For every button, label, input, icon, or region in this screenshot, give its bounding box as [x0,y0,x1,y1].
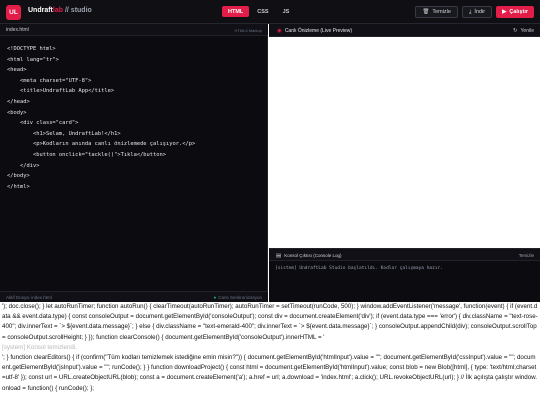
run-button-label: Çalıştır [509,9,528,15]
console-clear-button[interactable]: Temizle [519,253,534,258]
editor-mode-hint: HTML5 Markup [234,27,262,33]
eye-icon: ◉ [277,27,282,34]
console-title: ▤ Konsol Çıktısı (Console Log) [276,253,341,259]
editor-header: index.html HTML5 Markup [0,24,268,36]
brand-prefix: Undraft [28,7,53,14]
refresh-button[interactable]: ↻ Yenile [513,28,534,34]
sync-dot-icon: ● [213,295,217,300]
tab-js[interactable]: JS [277,6,296,17]
leaked-script-part-1: '); doc.close(); } let autoRunTimer; fun… [2,303,538,341]
editor-file-name: index.html [6,27,29,33]
live-preview-frame[interactable] [269,37,540,248]
html-code-input[interactable]: <!DOCTYPE html> <html lang="tr"> <head> … [7,44,195,192]
editor-footer: Aktif Dosya: index.html ● Canlı Senkroniz… [0,291,268,302]
terminal-icon: ▤ [276,252,282,259]
refresh-button-label: Yenile [520,27,534,34]
brand-title: Undraftlab // studio [28,7,92,14]
run-button[interactable]: ▶ Çalıştır [496,6,534,18]
download-icon: ⤓ [468,8,472,15]
preview-header: ◉ Canlı Önizleme (Live Preview) ↻ Yenile [269,24,540,37]
leaked-script-part-2: '; } function clearEditors() { if (confi… [2,354,537,392]
language-tabs: HTML CSS JS [222,6,297,17]
download-button[interactable]: ⤓ İndir [461,6,493,18]
leaked-script-text: '); doc.close(); } let autoRunTimer; fun… [2,302,538,394]
active-file-status: Aktif Dosya: index.html [6,295,52,300]
top-bar: UL Undraftlab // studio HTML CSS JS 🗑 Tem… [0,0,540,24]
tab-html[interactable]: HTML [222,6,250,17]
code-editor-panel: index.html HTML5 Markup <!DOCTYPE html> … [0,24,268,302]
refresh-icon: ↻ [512,27,518,34]
console-message: [sistem] UndraftLab Studio başlatıldı. K… [275,266,443,271]
app-logo: UL [6,5,21,20]
clear-button-label: Temizle [432,9,451,15]
leaked-system-line: [system] Konsol temizlendi. [2,343,77,351]
console-title-label: Konsol Çıktısı (Console Log) [284,252,342,258]
preview-title: ◉ Canlı Önizleme (Live Preview) [277,28,352,34]
preview-title-label: Canlı Önizleme (Live Preview) [284,27,353,34]
download-button-label: İndir [474,9,486,15]
brand-accent: lab [52,7,64,14]
toolbar-actions: 🗑 Temizle ⤓ İndir ▶ Çalıştır [411,6,534,18]
play-icon: ▶ [502,9,507,15]
console-panel: ▤ Konsol Çıktısı (Console Log) Temizle [s… [269,248,540,302]
trash-icon: 🗑 [422,9,430,15]
console-header: ▤ Konsol Çıktısı (Console Log) Temizle [269,249,540,261]
clear-button[interactable]: 🗑 Temizle [415,6,458,18]
tab-css[interactable]: CSS [251,6,274,17]
sync-status-label: Canlı Senkronizasyon [218,295,262,300]
brand-suffix: // studio [63,7,92,14]
sync-status: ● Canlı Senkronizasyon [214,295,263,300]
